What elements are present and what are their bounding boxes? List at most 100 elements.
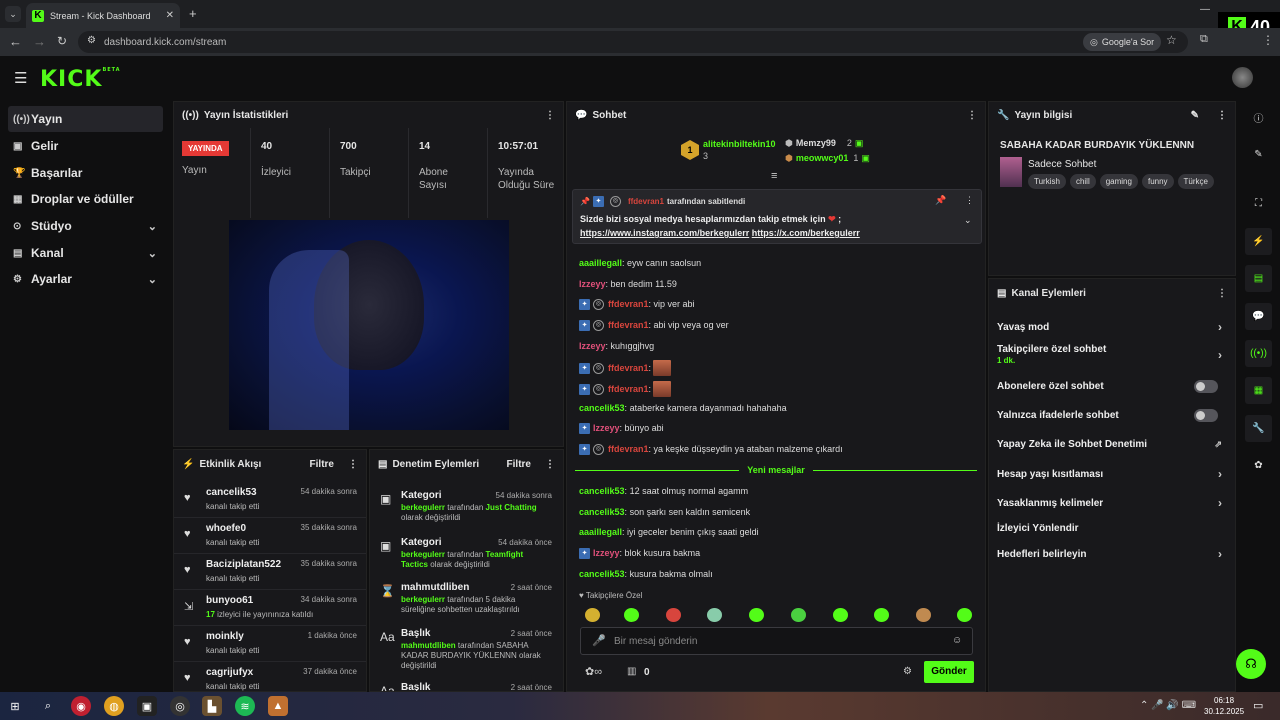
app-icon[interactable]: ◉ <box>71 696 91 716</box>
chat-message[interactable]: cancelik53: 12 saat olmuş normal agamm <box>579 483 748 499</box>
new-tab-button[interactable]: + <box>189 6 197 21</box>
browser-menu-icon[interactable]: ⋮ <box>1262 33 1274 47</box>
site-info-icon[interactable]: ⚙ <box>87 35 96 46</box>
chat-message[interactable]: aaaillegall: eyw canın saolsun <box>579 255 701 271</box>
url-field[interactable]: ⚙ dashboard.kick.com/stream <box>78 31 1188 53</box>
obs-icon[interactable]: ◎ <box>170 696 190 716</box>
send-button[interactable]: Gönder <box>924 661 974 683</box>
close-tab-icon[interactable]: ✕ <box>166 10 174 21</box>
emote-button[interactable] <box>585 608 600 622</box>
slow-mode-setting[interactable]: Yavaş mod › <box>989 316 1234 338</box>
broadcast-icon[interactable]: ((•)) <box>1245 340 1272 367</box>
pinned-more-icon[interactable]: ⋮ <box>965 195 974 206</box>
chat-message[interactable]: cancelik53: ataberke kamera dayanmadı ha… <box>579 400 787 416</box>
emote-button[interactable] <box>624 608 639 622</box>
chat-message[interactable]: ✦ ◎ ffdevran1: ya keşke düşseydin ya ataba… <box>579 441 843 457</box>
chat-message[interactable]: ✦ ◎ ffdevran1: <box>579 358 672 378</box>
followers-only-setting[interactable]: Takipçilere özel sohbet 1 dk. › <box>989 341 1234 371</box>
reload-icon[interactable]: ↻ <box>57 34 67 48</box>
user-avatar[interactable] <box>1232 67 1253 88</box>
sidebar-item-achievements[interactable]: 🏆 Başarılar <box>8 160 163 186</box>
instagram-link[interactable]: https://www.instagram.com/berkegulerr <box>580 228 749 238</box>
emote-button[interactable] <box>791 608 806 622</box>
filter-button[interactable]: Filtre <box>507 459 531 470</box>
chat-icon[interactable]: 💬 <box>1245 303 1272 330</box>
sidebar-item-stream[interactable]: ((•)) Yayın <box>8 106 163 132</box>
emote-button[interactable] <box>666 608 681 622</box>
more-icon[interactable]: ⋮ <box>545 110 555 121</box>
raid-setting[interactable]: İzleyici Yönlendir <box>989 517 1234 539</box>
pen-icon[interactable]: ✎ <box>1245 141 1272 168</box>
forward-icon[interactable]: → <box>33 34 46 49</box>
top-supporter-3[interactable]: ⬢ meowwcy01 1 ▣ <box>785 151 885 165</box>
fullscreen-icon[interactable]: ⛶ <box>1245 190 1272 217</box>
kick-brand-logo[interactable]: KICKBETA <box>40 67 121 92</box>
expand-leaderboard-icon[interactable]: ≡ <box>771 170 777 182</box>
extensions-icon[interactable]: ⧉ <box>1200 33 1208 46</box>
emote-button[interactable] <box>916 608 931 622</box>
app-icon[interactable]: ▲ <box>268 696 288 716</box>
tray-icons[interactable]: ⌃ 🎤 🔊 ⌨ <box>1140 700 1196 711</box>
mod-icon[interactable]: ▦ <box>1245 377 1272 404</box>
edit-icon[interactable]: ✎ <box>1191 110 1199 121</box>
more-icon[interactable]: ⋮ <box>1217 288 1227 299</box>
mic-icon[interactable]: 🎤 <box>592 634 606 647</box>
browser-tab[interactable]: K Stream - Kick Dashboard ✕ <box>26 3 180 28</box>
account-age-setting[interactable]: Hesap yaşı kısıtlaması › <box>989 463 1234 485</box>
banned-words-setting[interactable]: Yasaklanmış kelimeler › <box>989 492 1234 514</box>
top-supporter-2[interactable]: ⬢ Memzy99 2 ▣ <box>785 136 885 150</box>
gift-icon[interactable]: ▥ <box>627 666 636 677</box>
bolt-icon[interactable]: ⚡ <box>1245 228 1272 255</box>
emote-button[interactable] <box>833 608 848 622</box>
mod-action-item[interactable]: Aa Başlık 2 saat önce mahmutdliben tarafınd… <box>370 626 562 676</box>
subs-only-setting[interactable]: Abonelere özel sohbet <box>989 375 1234 397</box>
search-icon[interactable]: ⌕ <box>38 696 58 716</box>
sidebar-item-settings[interactable]: ⚙ Ayarlar ⌄ <box>8 266 163 292</box>
chat-message[interactable]: ✦ Izzeyy: bünyo abi <box>579 420 664 436</box>
stream-preview-video[interactable] <box>229 220 509 430</box>
sidebar-item-drops[interactable]: ▦ Droplar ve ödüller <box>8 186 163 212</box>
chat-settings-icon[interactable]: ⚙ <box>903 666 912 677</box>
ai-moderation-setting[interactable]: Yapay Zeka ile Sohbet Denetimi ⇗ <box>989 433 1234 455</box>
sidebar-item-studio[interactable]: ⊙ Stüdyo ⌄ <box>8 213 163 239</box>
filter-button[interactable]: Filtre <box>310 459 334 470</box>
wrench-icon[interactable]: 🔧 <box>1245 415 1272 442</box>
activity-item[interactable]: ♥ cancelik53 54 dakika sonra kanalı takip e… <box>174 482 366 518</box>
chrome-icon[interactable]: ◍ <box>104 696 124 716</box>
chat-message[interactable]: Izzeyy: kuhıggjhvg <box>579 338 654 354</box>
activity-item[interactable]: ♥ cagrijufyx 37 dakika önce kanalı takip et… <box>174 662 366 691</box>
emote-button[interactable] <box>874 608 889 622</box>
emote-button[interactable] <box>957 608 972 622</box>
chat-message[interactable]: ✦ ◎ ffdevran1: vip ver abi <box>579 296 695 312</box>
more-icon[interactable]: ⋮ <box>545 459 555 470</box>
info-icon[interactable]: ⓘ <box>1245 104 1272 131</box>
emoji-icon[interactable]: ☺ <box>952 635 962 646</box>
chat-message[interactable]: ✦ ◎ ffdevran1: abi vip veya og ver <box>579 317 729 333</box>
notifications-icon[interactable]: ▭ <box>1253 699 1263 712</box>
chat-message[interactable]: cancelik53: kusura bakma olmalı <box>579 566 713 582</box>
mod-action-item[interactable]: ▣ Kategori 54 dakika sonra berkegulerr tara… <box>370 488 562 534</box>
hamburger-menu-icon[interactable]: ☰ <box>14 69 27 87</box>
tag[interactable]: Türkçe <box>1177 174 1214 189</box>
sidebar-item-revenue[interactable]: ▣ Gelir <box>8 133 163 159</box>
goals-setting[interactable]: Hedefleri belirleyin › <box>989 543 1234 565</box>
mod-action-item[interactable]: ⌛ mahmutdliben 2 saat önce berkegulerr tara… <box>370 580 562 624</box>
minimize-button[interactable]: — <box>1200 4 1210 15</box>
bookmark-star-icon[interactable]: ☆ <box>1166 33 1177 47</box>
tab-list-button[interactable]: ⌄ <box>5 6 21 22</box>
chat-message[interactable]: aaaillegall: iyi geceler benim çıkış saa… <box>579 524 759 540</box>
more-icon[interactable]: ⋮ <box>967 110 977 121</box>
pinned-message[interactable]: 📌 ✦ ◎ ffdevran1 tarafından sabitlendi 📌 ⋮ … <box>572 189 982 244</box>
emote-only-setting[interactable]: Yalnızca ifadelerle sohbet <box>989 404 1234 426</box>
emote-only-toggle[interactable] <box>1194 408 1218 422</box>
back-icon[interactable]: ← <box>9 34 22 49</box>
top-supporter-1[interactable]: 1 alitekinbiltekin10 3 <box>681 138 791 164</box>
tag[interactable]: chill <box>1069 174 1096 189</box>
activity-item[interactable]: ⇲ bunyoo61 34 dakika sonra 17 izleyici ile … <box>174 590 366 626</box>
chat-message[interactable]: Izzeyy: ben dedim 11.59 <box>579 276 677 292</box>
windows-start-icon[interactable]: ⊞ <box>5 696 25 716</box>
activity-item[interactable]: ♥ whoefe0 35 dakika sonra kanalı takip etti <box>174 518 366 554</box>
chat-message[interactable]: ✦ ◎ ffdevran1: <box>579 379 672 399</box>
collapse-pinned-icon[interactable]: ⌄ <box>964 215 972 226</box>
tag[interactable]: funny <box>1141 174 1174 189</box>
